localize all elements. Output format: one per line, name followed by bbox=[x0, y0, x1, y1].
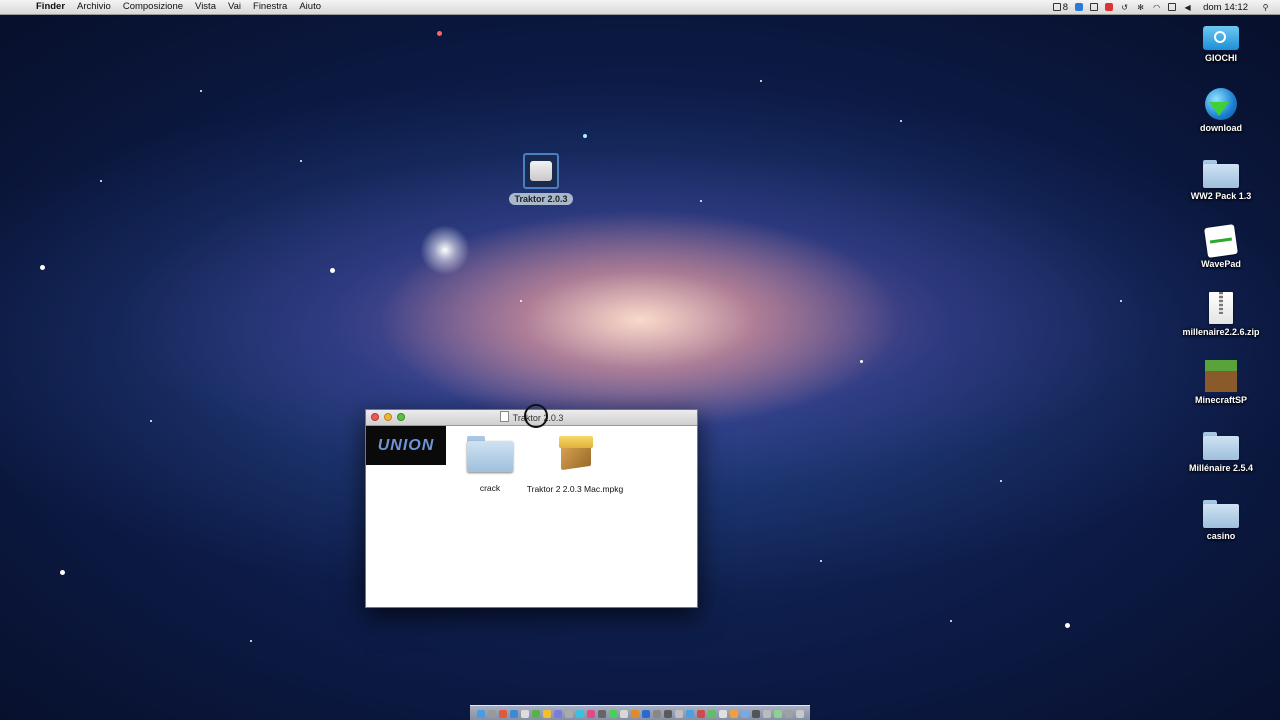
bluetooth-icon[interactable]: ✻ bbox=[1136, 3, 1145, 12]
dock-app-icon[interactable] bbox=[707, 709, 716, 718]
app-status-icon[interactable] bbox=[1075, 3, 1084, 11]
menu-vista[interactable]: Vista bbox=[195, 0, 216, 14]
finder-item-crack[interactable]: crack bbox=[460, 436, 520, 493]
desktop-icon-download[interactable]: download bbox=[1176, 88, 1266, 133]
cursor-highlight bbox=[524, 404, 548, 428]
dock-app-icon[interactable] bbox=[674, 709, 683, 718]
clipboard-status-icon[interactable] bbox=[1090, 3, 1099, 11]
display-status-icon[interactable] bbox=[1168, 3, 1177, 11]
dock-trash-icon[interactable] bbox=[795, 709, 804, 718]
dock-app-icon[interactable] bbox=[762, 709, 771, 718]
desktop-icon-label: casino bbox=[1206, 531, 1236, 541]
dock-app-icon[interactable] bbox=[575, 709, 584, 718]
dock-app-icon[interactable] bbox=[641, 709, 650, 718]
desktop-icon-label: GIOCHI bbox=[1204, 53, 1237, 63]
folder-icon bbox=[467, 436, 513, 472]
menu-vai[interactable]: Vai bbox=[228, 0, 241, 14]
dock-app-icon[interactable] bbox=[630, 709, 639, 718]
menu-archivio[interactable]: Archivio bbox=[77, 0, 111, 14]
dock-app-icon[interactable] bbox=[740, 709, 749, 718]
drive-icon bbox=[1203, 26, 1239, 50]
dock-app-icon[interactable] bbox=[597, 709, 606, 718]
zip-icon bbox=[1209, 292, 1233, 324]
union-banner-text: UNION bbox=[377, 436, 435, 454]
dock bbox=[470, 705, 810, 720]
dock-app-icon[interactable] bbox=[498, 709, 507, 718]
dock-app-icon[interactable] bbox=[729, 709, 738, 718]
dock-app-icon[interactable] bbox=[751, 709, 760, 718]
desktop-icon-millenaire-254[interactable]: Millénaire 2.5.4 bbox=[1176, 432, 1266, 473]
vlc-status-icon[interactable] bbox=[1105, 3, 1114, 11]
folder-icon bbox=[1203, 500, 1239, 528]
dock-app-icon[interactable] bbox=[509, 709, 518, 718]
volume-icon[interactable]: ◀ bbox=[1183, 3, 1192, 12]
folder-icon bbox=[1203, 432, 1239, 460]
dock-app-icon[interactable] bbox=[564, 709, 573, 718]
dock-downloads-icon[interactable] bbox=[784, 709, 793, 718]
status-badge-count: 8 bbox=[1062, 1, 1069, 13]
menu-app-finder[interactable]: Finder bbox=[36, 0, 65, 14]
dock-app-icon[interactable] bbox=[487, 709, 496, 718]
package-icon bbox=[555, 434, 595, 471]
desktop-volume-traktor[interactable]: Traktor 2.0.3 bbox=[496, 153, 586, 207]
menu-aiuto[interactable]: Aiuto bbox=[299, 0, 321, 14]
disk-image-icon bbox=[523, 153, 559, 189]
wavepad-icon bbox=[1204, 224, 1238, 258]
dock-app-icon[interactable] bbox=[531, 709, 540, 718]
finder-item-traktor-mpkg[interactable]: Traktor 2 2.0.3 Mac.mpkg bbox=[520, 434, 630, 494]
status-menus: 8 ↺ ✻ ◠ ◀ dom 14:12 ⚲ bbox=[1052, 0, 1270, 14]
dock-app-icon[interactable] bbox=[663, 709, 672, 718]
union-banner-image[interactable]: UNION bbox=[366, 426, 446, 465]
minecraft-icon bbox=[1205, 360, 1237, 392]
desktop-icon-wavepad[interactable]: WavePad bbox=[1176, 224, 1266, 269]
finder-window: Traktor 2.0.3 UNION crack Traktor 2 2.0.… bbox=[365, 409, 698, 608]
dock-app-icon[interactable] bbox=[773, 709, 782, 718]
desktop-icon-label: Millénaire 2.5.4 bbox=[1188, 463, 1254, 473]
dock-app-icon[interactable] bbox=[685, 709, 694, 718]
dock-app-icon[interactable] bbox=[520, 709, 529, 718]
dock-finder-icon[interactable] bbox=[476, 709, 485, 718]
clock[interactable]: dom 14:12 bbox=[1203, 2, 1248, 13]
document-icon bbox=[499, 411, 509, 422]
wifi-icon[interactable]: ◠ bbox=[1152, 3, 1161, 12]
finder-item-label: Traktor 2 2.0.3 Mac.mpkg bbox=[526, 484, 624, 494]
finder-item-label: crack bbox=[479, 483, 501, 493]
globe-download-icon bbox=[1205, 88, 1237, 120]
menu-composizione[interactable]: Composizione bbox=[123, 0, 183, 14]
desktop-icon-ww2-pack[interactable]: WW2 Pack 1.3 bbox=[1176, 160, 1266, 201]
time-machine-icon[interactable]: ↺ bbox=[1120, 3, 1129, 12]
dock-app-icon[interactable] bbox=[718, 709, 727, 718]
desktop-icon-casino[interactable]: casino bbox=[1176, 500, 1266, 541]
desktop-icon-label: millenaire2.2.6.zip bbox=[1182, 327, 1260, 337]
dock-app-icon[interactable] bbox=[586, 709, 595, 718]
desktop-icon-label: WavePad bbox=[1201, 259, 1241, 269]
desktop-icon-minecraftsp[interactable]: MinecraftSP bbox=[1176, 360, 1266, 405]
folder-icon bbox=[1203, 160, 1239, 188]
dock-app-icon[interactable] bbox=[608, 709, 617, 718]
font-status-icon[interactable] bbox=[1052, 3, 1061, 11]
desktop-icon-label: download bbox=[1200, 123, 1242, 133]
desktop-icon-label: Traktor 2.0.3 bbox=[509, 193, 573, 205]
spotlight-search-icon[interactable]: ⚲ bbox=[1261, 3, 1270, 12]
dock-app-icon[interactable] bbox=[652, 709, 661, 718]
desktop-icon-millenaire-zip[interactable]: millenaire2.2.6.zip bbox=[1176, 292, 1266, 337]
desktop-icon-label: WW2 Pack 1.3 bbox=[1190, 191, 1252, 201]
dock-app-icon[interactable] bbox=[619, 709, 628, 718]
desktop-icon-label: MinecraftSP bbox=[1194, 395, 1247, 405]
menu-bar: Finder Archivio Composizione Vista Vai F… bbox=[0, 0, 1280, 15]
dock-app-icon[interactable] bbox=[542, 709, 551, 718]
desktop-icon-giochi[interactable]: GIOCHI bbox=[1176, 26, 1266, 63]
menu-finestra[interactable]: Finestra bbox=[253, 0, 287, 14]
dock-app-icon[interactable] bbox=[696, 709, 705, 718]
dock-app-icon[interactable] bbox=[553, 709, 562, 718]
